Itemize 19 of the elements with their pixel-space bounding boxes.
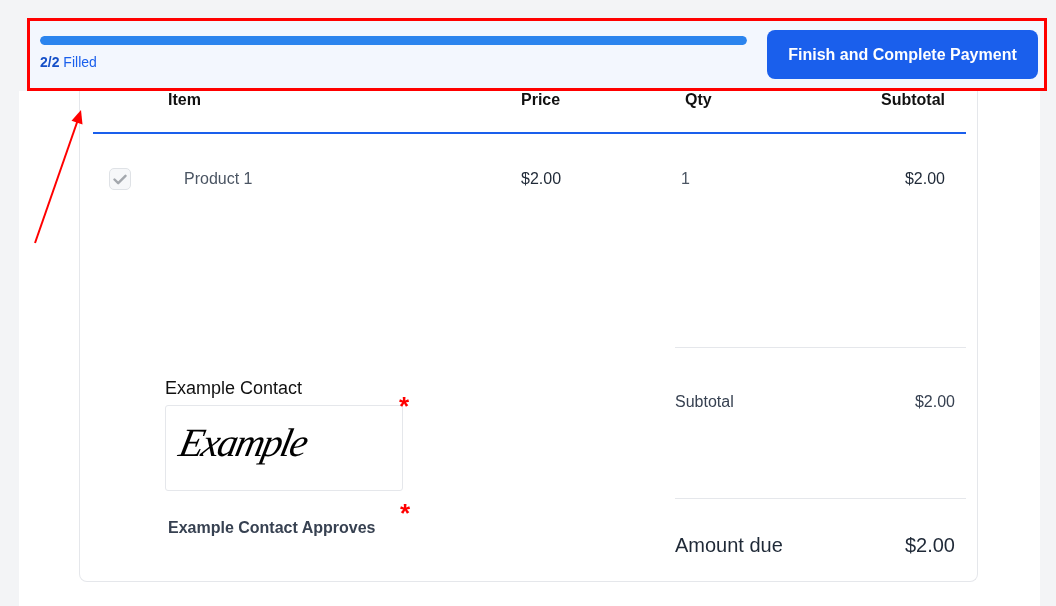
finish-payment-button[interactable]: Finish and Complete Payment xyxy=(767,30,1038,79)
column-header: Price xyxy=(521,91,561,108)
table-cell: $2.00 xyxy=(521,170,562,187)
required-asterisk: * xyxy=(399,505,410,522)
column-header: Subtotal xyxy=(881,91,945,108)
checkmark-icon xyxy=(113,173,127,185)
summary-label: Amount due xyxy=(675,534,783,556)
table-cell: $2.00 xyxy=(904,170,945,187)
table-cell: 1 xyxy=(681,170,690,187)
approval-label: Example Contact Approves xyxy=(168,518,376,538)
summary-value: $2.00 xyxy=(904,534,955,556)
column-header: Item xyxy=(168,91,201,108)
column-header: Qty xyxy=(685,91,712,108)
signature-text: Example xyxy=(175,422,311,464)
signer-name: Example Contact xyxy=(165,378,303,398)
summary-label: Subtotal xyxy=(675,392,734,411)
summary-value: $2.00 xyxy=(914,392,955,411)
table-cell: Product 1 xyxy=(184,170,253,187)
progress-label: 2/2 Filled xyxy=(40,54,97,70)
